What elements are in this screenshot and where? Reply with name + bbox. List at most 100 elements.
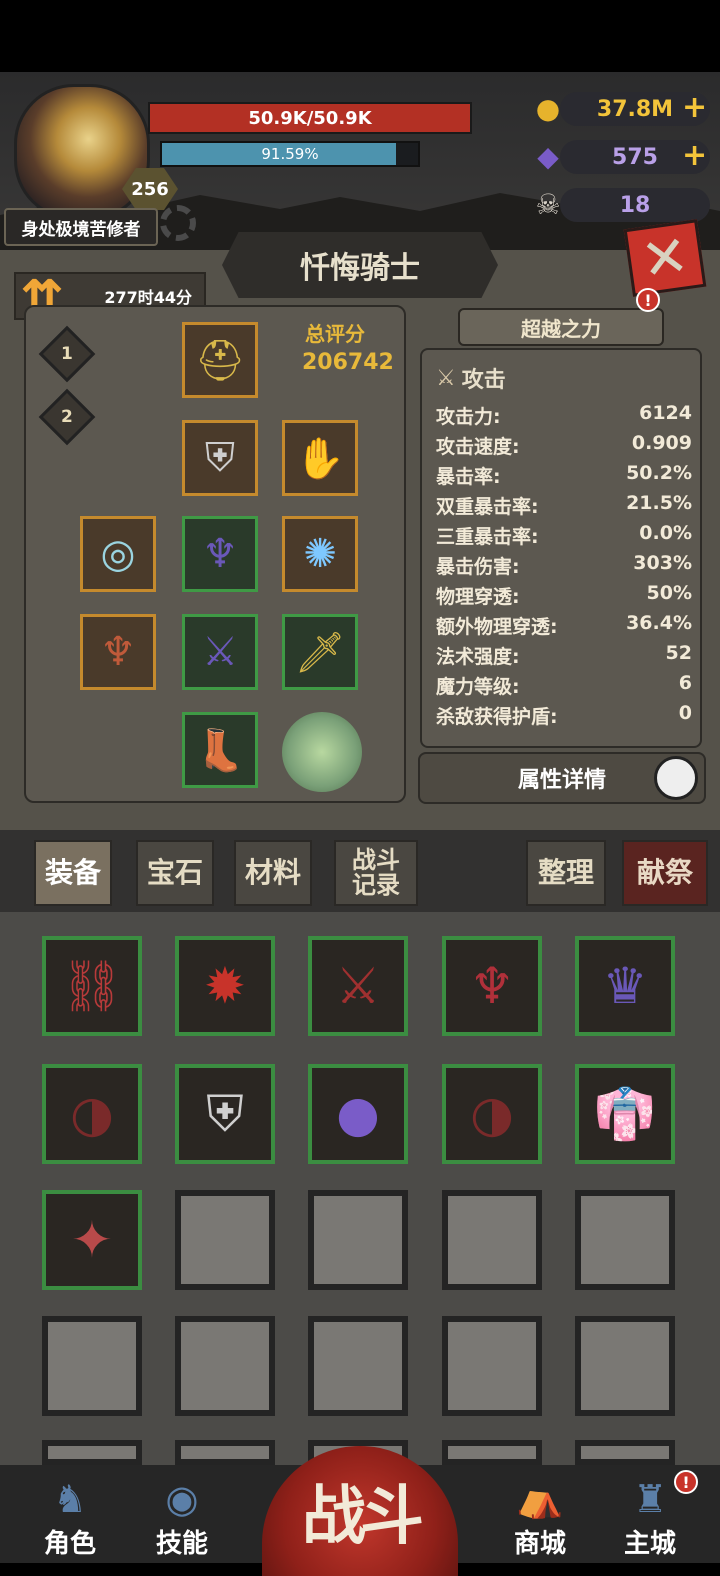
glove-icon: ✋ <box>295 435 345 482</box>
stat-row: 物理穿透: 50% <box>436 582 692 612</box>
pants-icon: ⚔ <box>202 629 238 675</box>
stat-value: 50.2% <box>626 462 692 484</box>
nav-skill[interactable]: ◉ 技能 <box>136 1477 228 1560</box>
stat-value: 52 <box>665 642 692 664</box>
item-art-icon: ⚔ <box>335 957 381 1015</box>
equip-slot-pants[interactable]: ⚔ <box>182 614 258 690</box>
inventory-empty-slot[interactable] <box>308 1190 408 1290</box>
nav-shop[interactable]: ⛺ 商城 <box>494 1476 586 1560</box>
stat-value: 0.909 <box>631 432 692 454</box>
equip-slot-shoulder[interactable]: ♆ <box>182 516 258 592</box>
main-city-alert-badge: ! <box>674 1470 698 1494</box>
stat-value: 0 <box>678 702 692 724</box>
nav-shop-label: 商城 <box>513 1529 566 1559</box>
player-name-plate: 身处极境苦修者 <box>4 208 158 246</box>
inventory-item[interactable]: ♆ <box>442 936 542 1036</box>
transcend-power-button[interactable]: 超越之力 <box>458 308 664 346</box>
inventory-item[interactable]: ⛓ <box>42 936 142 1036</box>
inventory-empty-slot[interactable] <box>442 1440 542 1465</box>
tab-gems[interactable]: 宝石 <box>136 840 214 906</box>
item-art-icon: ✦ <box>71 1211 113 1269</box>
shop-tent-icon: ⛺ <box>516 1476 564 1520</box>
equip-slot-armor[interactable]: ⛨ <box>182 420 258 496</box>
stat-value: 303% <box>633 552 692 574</box>
gold-amount: 37.8M <box>596 96 674 122</box>
attribute-details-label: 属性详情 <box>517 768 606 793</box>
item-art-icon: 👘 <box>593 1084 657 1143</box>
stat-label: 双重暴击率: <box>436 496 539 518</box>
equip-slot-helmet[interactable]: ⛑ <box>182 322 258 398</box>
item-art-icon: ✹ <box>204 957 246 1015</box>
nav-role[interactable]: ♞ 角色 <box>24 1477 116 1560</box>
magnifier-icon[interactable] <box>654 756 698 800</box>
inventory-item[interactable]: ✹ <box>175 936 275 1036</box>
boots-icon: 👢 <box>195 727 245 774</box>
castle-icon: ♜ <box>632 1477 668 1521</box>
inventory-empty-slot[interactable] <box>42 1440 142 1465</box>
helmet-nav-icon: ♞ <box>52 1477 88 1521</box>
stats-panel[interactable]: ⚔ 攻击 攻击力: 6124 攻击速度: 0.909 暴击率: 50.2% 双重暴击率: 21… <box>420 348 702 748</box>
stats-header: ⚔ 攻击 <box>436 362 506 394</box>
inventory-empty-slot[interactable] <box>308 1316 408 1416</box>
equip-slot-weapon[interactable]: 🗡 <box>282 614 358 690</box>
stat-row: 法术强度: 52 <box>436 642 692 672</box>
armor-icon: ⛨ <box>205 435 235 481</box>
tab-battle-log[interactable]: 战斗记录 <box>334 840 418 906</box>
inventory-item[interactable]: ● <box>308 1064 408 1164</box>
inventory-empty-slot[interactable] <box>175 1316 275 1416</box>
equip-slot-offhand[interactable]: ♆ <box>80 614 156 690</box>
stat-label: 魔力等级: <box>436 676 520 698</box>
tab-battle-log-label: 战斗记录 <box>352 845 400 899</box>
add-gold-button[interactable]: + <box>682 90 707 125</box>
stat-value: 6124 <box>639 402 692 424</box>
gold-coin-icon: ● <box>535 91 561 125</box>
crystal-icon: ◆ <box>537 139 559 173</box>
inventory-empty-slot[interactable] <box>575 1440 675 1465</box>
item-art-icon: ♆ <box>469 957 515 1015</box>
inventory-empty-slot[interactable] <box>442 1316 542 1416</box>
sort-button[interactable]: 整理 <box>526 840 606 906</box>
hp-bar: 50.9K/50.9K <box>148 102 472 134</box>
trident-icon: ♆ <box>100 629 136 675</box>
item-art-icon: ● <box>336 1085 380 1143</box>
score-label: 总评分 <box>305 322 365 346</box>
transcend-alert-badge: ! <box>636 288 660 312</box>
ram-amount: 18 <box>619 192 651 218</box>
add-crystal-button[interactable]: + <box>682 138 707 173</box>
stat-label: 额外物理穿透: <box>436 616 558 638</box>
stat-label: 物理穿透: <box>436 586 520 608</box>
inventory-empty-slot[interactable] <box>575 1190 675 1290</box>
inventory-item[interactable]: ⛨ <box>175 1064 275 1164</box>
item-art-icon: ◑ <box>470 1085 514 1143</box>
sacrifice-button[interactable]: 献祭 <box>622 840 708 906</box>
item-art-icon: ⛓ <box>60 956 124 1015</box>
stat-row: 三重暴击率: 0.0% <box>436 522 692 552</box>
inventory-item[interactable]: 👘 <box>575 1064 675 1164</box>
stat-label: 法术强度: <box>436 646 520 668</box>
inventory-empty-slot[interactable] <box>175 1440 275 1465</box>
equip-slot-necklace[interactable]: ✺ <box>282 516 358 592</box>
ram-counter: 18 <box>560 188 710 222</box>
equip-slot-gloves[interactable]: ✋ <box>282 420 358 496</box>
inventory-item[interactable]: ◑ <box>442 1064 542 1164</box>
equip-slot-boots[interactable]: 👢 <box>182 712 258 788</box>
inventory-empty-slot[interactable] <box>42 1316 142 1416</box>
inventory-item[interactable]: ◑ <box>42 1064 142 1164</box>
inventory-item[interactable]: ♛ <box>575 936 675 1036</box>
gear-icon[interactable] <box>160 205 196 241</box>
tab-materials[interactable]: 材料 <box>234 840 312 906</box>
seal-emblem-icon[interactable] <box>282 712 362 792</box>
inventory-item[interactable]: ⚔ <box>308 936 408 1036</box>
tab-equipment[interactable]: 装备 <box>34 840 112 906</box>
stat-value: 21.5% <box>626 492 692 514</box>
score-value: 206742 <box>302 350 394 375</box>
close-button[interactable]: ✕ <box>623 219 707 297</box>
stat-label: 攻击速度: <box>436 436 520 458</box>
equip-slot-ring[interactable]: ◎ <box>80 516 156 592</box>
nav-role-label: 角色 <box>43 1529 96 1559</box>
inventory-empty-slot[interactable] <box>442 1190 542 1290</box>
loadout-slot-label: 1 <box>61 344 73 364</box>
inventory-item[interactable]: ✦ <box>42 1190 142 1290</box>
inventory-empty-slot[interactable] <box>175 1190 275 1290</box>
inventory-empty-slot[interactable] <box>575 1316 675 1416</box>
